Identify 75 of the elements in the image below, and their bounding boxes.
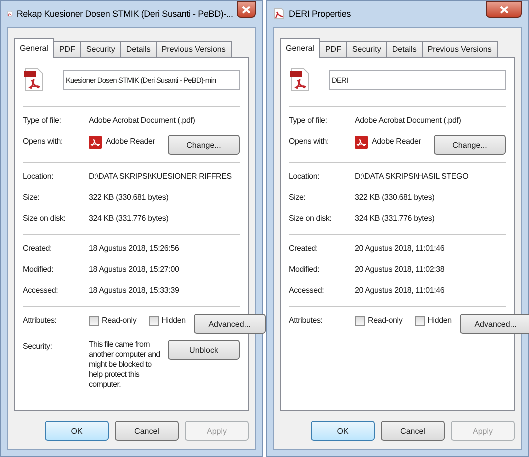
field-value: 20 Agustus 2018, 11:01:46 [355, 243, 446, 255]
tab[interactable]: General [280, 38, 320, 58]
field-label: Attributes: [289, 315, 324, 327]
close-button[interactable] [486, 1, 522, 18]
field-value: 18 Agustus 2018, 15:33:39 [89, 285, 180, 297]
field-label: Location: [289, 171, 321, 183]
close-icon [242, 6, 252, 14]
pdf-file-icon [273, 8, 285, 20]
checkbox[interactable] [148, 316, 159, 326]
pdf-file-icon [23, 68, 45, 92]
field-value: D:\DATA SKRIPSI\HASIL STEGO [355, 171, 470, 183]
unblock-button[interactable]: Unblock [168, 340, 240, 360]
pdf-file-icon [7, 8, 13, 20]
checkbox-label: Hidden [428, 315, 452, 327]
reader-app-icon [355, 136, 368, 148]
security-note: This file came from another computer and might be blocked to help protect this computer. [89, 340, 162, 390]
tab[interactable]: Previous Versions [422, 41, 498, 58]
field-label: Size on disk: [23, 213, 67, 225]
checkbox-label: Read-only [368, 315, 403, 327]
tab[interactable]: Details [386, 41, 423, 58]
field-label: Modified: [23, 264, 55, 276]
checkbox-label: Read-only [102, 315, 137, 327]
field-label: Type of file: [289, 115, 328, 127]
tab[interactable]: Details [120, 41, 157, 58]
tab[interactable]: Security [80, 41, 122, 58]
dialog-button[interactable]: Cancel [381, 421, 445, 441]
close-button[interactable] [237, 1, 256, 18]
dialog-button[interactable]: OK [45, 421, 109, 441]
checkbox-label: Hidden [162, 315, 186, 327]
field-label: Accessed: [289, 285, 326, 297]
checkbox[interactable] [414, 316, 425, 326]
field-label: Security: [23, 341, 54, 353]
advanced-button[interactable]: Advanced... [194, 314, 266, 334]
field-label: Attributes: [23, 315, 58, 327]
checkbox[interactable] [89, 316, 99, 326]
field-label: Size: [23, 192, 41, 204]
field-value: 322 KB (330.681 bytes) [89, 192, 170, 204]
field-value: Adobe Reader [106, 136, 156, 148]
field-value: D:\DATA SKRIPSI\KUESIONER RIFFRES [89, 171, 233, 183]
field-label: Accessed: [23, 285, 60, 297]
window-title: DERI Properties [289, 9, 352, 19]
field-label: Opens with: [23, 136, 64, 148]
change-button[interactable]: Change... [168, 135, 240, 155]
field-value: 324 KB (331.776 bytes) [355, 213, 436, 225]
field-value: 324 KB (331.776 bytes) [89, 213, 170, 225]
dialog-button[interactable]: Cancel [115, 421, 179, 441]
checkbox[interactable] [355, 316, 365, 326]
field-value: Adobe Reader [372, 136, 422, 148]
field-label: Opens with: [289, 136, 330, 148]
pdf-file-icon [289, 68, 311, 92]
field-value: Adobe Acrobat Document (.pdf) [355, 115, 462, 127]
field-label: Modified: [289, 264, 321, 276]
field-label: Created: [289, 243, 320, 255]
field-label: Created: [23, 243, 54, 255]
field-value: 322 KB (330.681 bytes) [355, 192, 436, 204]
field-value: 20 Agustus 2018, 11:02:38 [355, 264, 446, 276]
field-label: Location: [23, 171, 55, 183]
dialog-button[interactable]: OK [311, 421, 375, 441]
field-label: Type of file: [23, 115, 62, 127]
field-value: 18 Agustus 2018, 15:27:00 [89, 264, 180, 276]
field-label: Size: [289, 192, 307, 204]
tab[interactable]: PDF [53, 41, 82, 58]
field-value: 20 Agustus 2018, 11:01:46 [355, 285, 446, 297]
reader-app-icon [89, 136, 102, 148]
tab[interactable]: Previous Versions [156, 41, 232, 58]
field-label: Size on disk: [289, 213, 333, 225]
field-value: 18 Agustus 2018, 15:26:56 [89, 243, 180, 255]
window-title: Rekap Kuesioner Dosen STMIK (Deri Susanti - PeBD)-... [16, 9, 234, 19]
tab[interactable]: Security [346, 41, 388, 58]
change-button[interactable]: Change... [434, 135, 506, 155]
tab[interactable]: General [14, 38, 54, 58]
close-icon [500, 6, 508, 14]
field-value: Adobe Acrobat Document (.pdf) [89, 115, 196, 127]
advanced-button[interactable]: Advanced... [460, 314, 529, 334]
tab[interactable]: PDF [319, 41, 348, 58]
